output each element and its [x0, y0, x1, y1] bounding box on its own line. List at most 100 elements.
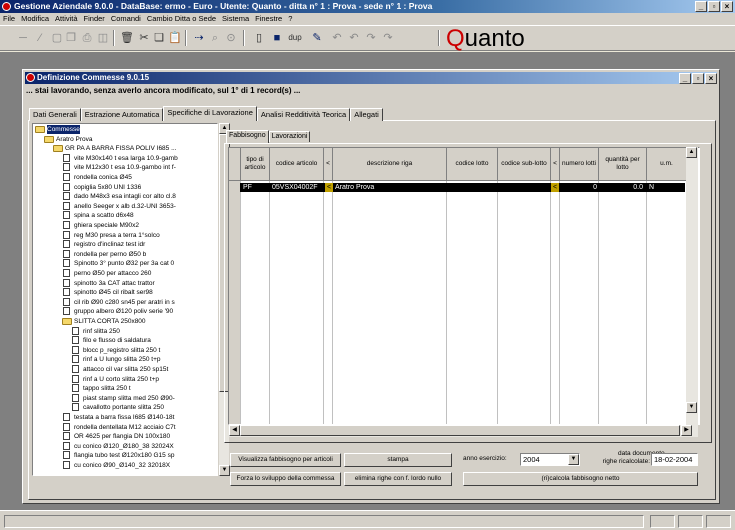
tree-item[interactable]: anello Seeger x alb d.32-UNI 3653- [62, 201, 217, 211]
col-header-lotto[interactable]: codice lotto [447, 148, 498, 181]
tree-item[interactable]: Aratro Prova [44, 135, 217, 144]
edit-icon[interactable]: ✎ [310, 31, 324, 45]
tree-item[interactable]: blocc p_registro slitta 250 t [71, 345, 217, 355]
menu-sistema[interactable]: Sistema [222, 13, 249, 25]
tree-item[interactable]: registro d'inclinaz test idr [62, 240, 217, 249]
minimize-button[interactable]: _ [695, 1, 707, 12]
menu-comandi[interactable]: Comandi [111, 13, 141, 25]
cell-um[interactable]: N [649, 183, 685, 192]
menu-attivita[interactable]: Attività [55, 13, 78, 25]
tab-estrazione-automatica[interactable]: Estrazione Automatica [80, 108, 164, 121]
grid-scroll-down-button[interactable]: ▼ [686, 402, 697, 413]
tab-specifiche-lavorazione[interactable]: Specifiche di Lavorazione [163, 106, 257, 121]
cell-codice[interactable]: 05VSX04002F [272, 183, 324, 192]
visualizza-fabbisogno-button[interactable]: Visualizza fabbisogno per articoli [230, 453, 341, 467]
table-row[interactable]: PF 05VSX04002F < Aratro Prova < 0 0.0 N [240, 183, 685, 192]
tree-item[interactable]: ghiera speciale M90x2 [62, 221, 217, 230]
grid-hscroll-thumb[interactable] [240, 425, 680, 436]
search-icon[interactable]: ⌕ [208, 31, 222, 45]
tree-item[interactable]: OR 4625 per flangia DN 100x180 [62, 432, 217, 441]
scroll-down-button[interactable]: ▼ [219, 465, 230, 476]
grid-scroll-up-button[interactable]: ▲ [686, 147, 697, 158]
delete-icon[interactable]: 🗑 [120, 31, 134, 45]
tree-item[interactable]: vite M12x30 t esa 10.9-gambo int f- [62, 163, 217, 172]
tree-item[interactable]: rondella dentellata M12 acciaio C7t [62, 422, 217, 432]
save-icon[interactable]: ■ [270, 31, 284, 45]
tree-item[interactable]: perno Ø50 per attacco 260 [62, 269, 217, 278]
subtab-lavorazioni[interactable]: Lavorazioni [268, 131, 311, 142]
tree-item[interactable]: reg M30 presa a terra 1°solco [62, 230, 217, 240]
grid-scroll-right-button[interactable]: ▶ [681, 425, 692, 436]
col-header-flag2[interactable]: < [551, 148, 560, 181]
cell-quantita[interactable]: 0.0 [599, 183, 643, 192]
paste-icon[interactable]: 📋 [168, 31, 182, 45]
new-icon[interactable]: ◫ [96, 31, 110, 45]
tree-item[interactable]: gruppo albero Ø120 poliv serie '90 [62, 307, 217, 316]
cut-icon[interactable]: ✂ [137, 31, 151, 45]
tree-item[interactable]: cavallotto portante slitta 250 [71, 403, 217, 412]
link-icon[interactable]: ⇢ [192, 31, 206, 45]
tree-item[interactable]: cil rib Ø90 c280 sn45 per aratri in s [62, 297, 217, 307]
cell-flag[interactable]: < [325, 183, 333, 192]
tree-item[interactable]: rinf a U corto slitta 250 t+p [71, 374, 217, 384]
new-doc-icon[interactable]: ▯ [252, 31, 266, 45]
undo-icon[interactable]: ↶ [330, 31, 344, 45]
minus-icon[interactable]: ─ [16, 31, 30, 45]
tree-item[interactable]: copiglia 5x80 UNI 1336 [62, 182, 217, 192]
copy-icon[interactable]: ❐ [64, 31, 78, 45]
cell-sublotto[interactable] [498, 183, 549, 192]
tree-item[interactable]: rinf slitta 250 [71, 326, 217, 336]
find-icon[interactable]: ⊙ [224, 31, 238, 45]
col-header-quantita[interactable]: quantità per lotto [599, 148, 647, 181]
col-header-descrizione[interactable]: descrizione riga [333, 148, 447, 181]
cell-tipo[interactable]: PF [243, 183, 269, 192]
slash-icon[interactable]: ⁄ [33, 31, 47, 45]
commesse-tree[interactable]: Commesse Aratro Prova GR PA A BARRA FISSA … [32, 123, 218, 476]
tree-item[interactable]: piast stamp slitta med 250 Ø90- [71, 393, 217, 403]
child-minimize-button[interactable]: _ [679, 73, 691, 84]
grid-vertical-scrollbar[interactable]: ▲ ▼ [686, 147, 698, 425]
tree-item[interactable]: rinf a U lungo slitta 250 t+p [71, 355, 217, 364]
window-icon[interactable]: ▢ [50, 31, 64, 45]
tree-item[interactable]: spinotto Ø45 cil ribalt ser98 [62, 288, 217, 297]
tree-item[interactable]: spinotto 3a CAT attac trattor [62, 278, 217, 288]
menu-finder[interactable]: Finder [84, 13, 105, 25]
tree-item[interactable]: rondella conica Ø45 [62, 173, 217, 182]
cell-flag2[interactable]: < [551, 183, 559, 192]
subtab-fabbisogno[interactable]: Fabbisogno [226, 130, 269, 143]
col-header-sublotto[interactable]: codice sub-lotto [498, 148, 551, 181]
tree-item[interactable]: vite M30x140 t esa larga 10.9-gamb [62, 153, 217, 163]
tree-item[interactable]: rondella per perno Ø50 b [62, 249, 217, 259]
undo2-icon[interactable]: ↶ [347, 31, 361, 45]
tab-analisi-redditivita[interactable]: Analisi Redditività Teorica [256, 108, 351, 121]
forza-sviluppo-button[interactable]: Forza lo sviluppo della commessa [230, 472, 341, 486]
col-header-um[interactable]: u.m. [647, 148, 687, 181]
cell-lotto[interactable] [447, 183, 496, 192]
tree-item[interactable]: tappo slitta 250 t [71, 384, 217, 393]
tree-item[interactable]: GR PA A BARRA FISSA POLIV I685 ... [53, 144, 217, 153]
tree-item[interactable]: dado M48x3 esa intagli cor alto cl.8 [62, 192, 217, 201]
menu-file[interactable]: File [3, 13, 15, 25]
tree-item[interactable]: Spinotto 3° punto Ø32 per 3a cat 0 [62, 259, 217, 268]
redo2-icon[interactable]: ↷ [381, 31, 395, 45]
chevron-down-icon[interactable]: ▼ [568, 454, 579, 465]
tree-item[interactable]: flangia tubo test Ø120x180 G15 sp [62, 451, 217, 460]
restore-button[interactable]: ▫ [708, 1, 720, 12]
col-header-tipo[interactable]: tipo di articolo [241, 148, 270, 181]
tree-item[interactable]: testata a barra fissa I685 Ø140-18t [62, 413, 217, 422]
menu-finestre[interactable]: Finestre [255, 13, 282, 25]
menu-cambio-ditta[interactable]: Cambio Ditta o Sede [147, 13, 216, 25]
copy2-icon[interactable]: ❏ [152, 31, 166, 45]
grid-horizontal-scrollbar[interactable]: ◀ ▶ [229, 425, 698, 437]
data-documento-input[interactable]: 18-02-2004 [651, 453, 698, 466]
cell-numero[interactable]: 0 [560, 183, 597, 192]
tree-item[interactable]: Commesse [35, 125, 217, 134]
cell-descrizione[interactable]: Aratro Prova [335, 183, 445, 192]
child-close-button[interactable]: × [705, 73, 717, 84]
tree-item[interactable]: SLITTA CORTA 250x800 [62, 317, 217, 326]
close-button[interactable]: × [721, 1, 733, 12]
col-header-flag[interactable]: < [324, 148, 333, 181]
tree-item[interactable]: filo e flusso di saldatura [71, 336, 217, 345]
menu-help[interactable]: ? [288, 13, 292, 25]
fabbisogno-grid[interactable]: tipo di articolo codice articolo < descr… [228, 147, 700, 425]
